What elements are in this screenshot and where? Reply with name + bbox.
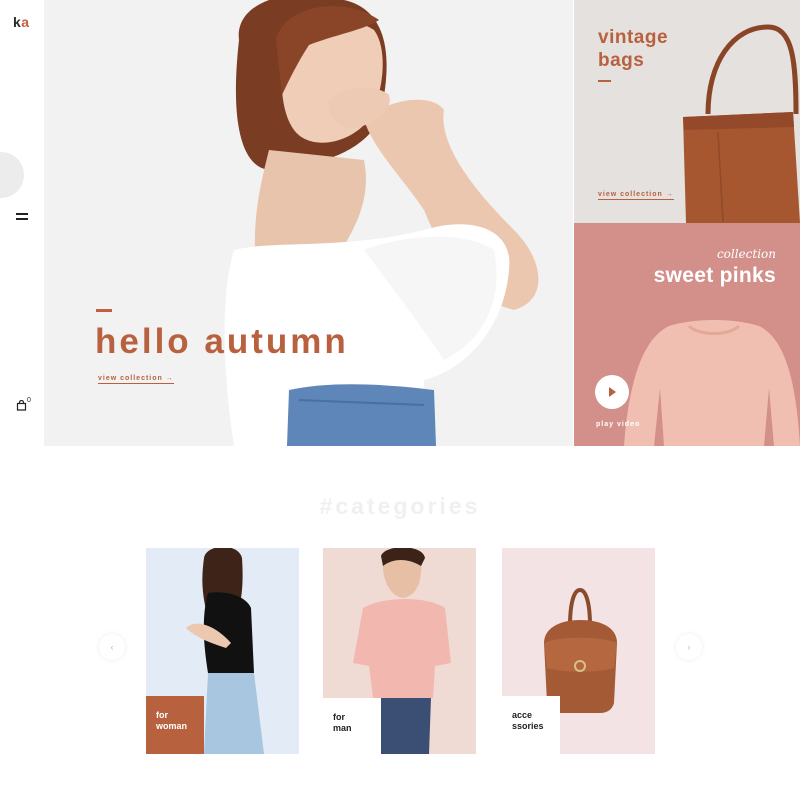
category-label-man: for man xyxy=(323,698,381,754)
promo-bags-title-line1: vintage xyxy=(598,27,669,48)
play-video-label[interactable]: play video xyxy=(596,421,640,428)
promo-pinks-title: sweet pinks xyxy=(653,264,776,287)
promo-bags-title: vintage bags xyxy=(598,26,668,72)
carousel-prev-button[interactable]: ‹ xyxy=(99,634,125,660)
play-icon xyxy=(609,387,616,397)
cart-count-badge: 0 xyxy=(27,397,31,404)
category-label-line2: man xyxy=(333,723,352,733)
brand-logo[interactable]: ka xyxy=(13,14,30,30)
promo-bags-accent-dash xyxy=(598,80,611,82)
promo-bags-title-line2: bags xyxy=(598,50,645,71)
promo-card-vintage-bags[interactable]: vintage bags view collection → xyxy=(574,0,800,223)
category-card-accessories[interactable]: acce ssories xyxy=(502,548,655,754)
categories-heading: #categories xyxy=(319,493,481,519)
tote-bag-illustration xyxy=(683,24,800,223)
category-label-accessories: acce ssories xyxy=(502,696,560,754)
category-label-woman: for woman xyxy=(146,696,204,754)
promo-bags-view-collection-link[interactable]: view collection → xyxy=(598,191,674,200)
rail-decorative-circle xyxy=(0,152,24,198)
category-label-line1: for xyxy=(156,710,168,720)
promo-pinks-overline: collection xyxy=(716,247,776,261)
category-card-woman[interactable]: for woman xyxy=(146,548,299,754)
hero-banner: hello autumn view collection → xyxy=(44,0,573,446)
category-label-line2: woman xyxy=(156,721,188,731)
hero-title: hello autumn xyxy=(95,322,349,361)
shopping-bag-icon[interactable] xyxy=(16,400,27,411)
hero-accent-dash xyxy=(96,309,112,312)
category-label-line2: ssories xyxy=(512,721,544,731)
category-label-line1: acce xyxy=(512,710,533,720)
category-label-line1: for xyxy=(333,712,345,722)
play-video-button[interactable] xyxy=(595,375,629,409)
carousel-next-button[interactable]: › xyxy=(676,634,702,660)
hero-view-collection-link[interactable]: view collection → xyxy=(98,375,174,384)
pink-sweater-illustration xyxy=(624,320,800,446)
category-card-man[interactable]: for man xyxy=(323,548,476,754)
menu-icon[interactable] xyxy=(16,213,28,221)
left-rail: ka 0 xyxy=(0,0,44,446)
logo-letter-a: a xyxy=(21,14,30,30)
promo-card-sweet-pinks[interactable]: collection sweet pinks play video xyxy=(574,223,800,446)
